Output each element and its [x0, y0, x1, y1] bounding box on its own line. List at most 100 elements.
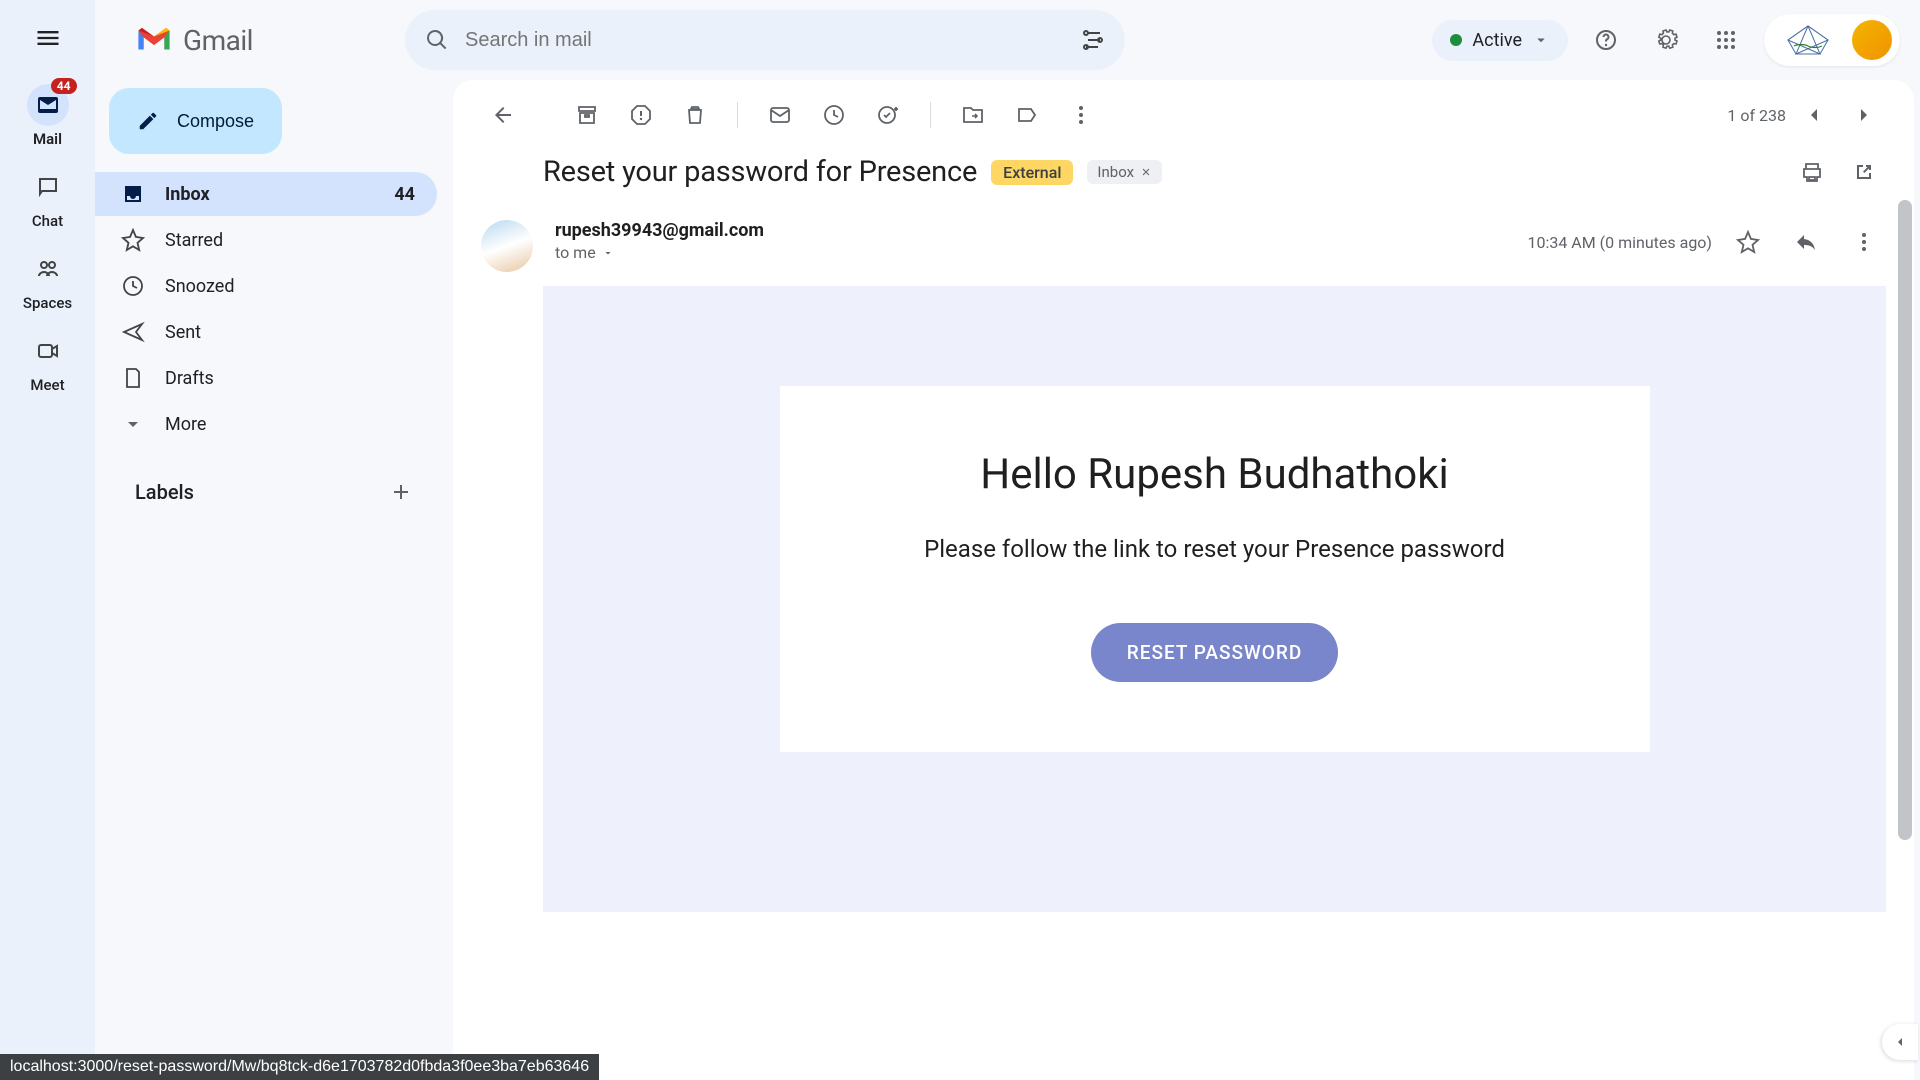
message-view: 1 of 238 Reset your password for Presenc…: [453, 80, 1914, 1080]
mail-icon: [768, 103, 792, 127]
caret-down-icon: [602, 247, 614, 259]
status-chip[interactable]: Active: [1432, 20, 1568, 61]
reply-icon: [1794, 230, 1818, 254]
main-menu-button[interactable]: [20, 10, 76, 66]
message-more-button[interactable]: [1842, 220, 1886, 264]
report-spam-icon: [629, 103, 653, 127]
org-logo-icon: [1778, 21, 1838, 59]
header: Gmail Active: [95, 0, 1920, 80]
rail-item-spaces[interactable]: Spaces: [8, 248, 88, 312]
inbox-icon: [121, 182, 145, 206]
label-button[interactable]: [1005, 93, 1049, 137]
more-vert-icon: [1852, 230, 1876, 254]
draft-icon: [121, 366, 145, 390]
back-button[interactable]: [481, 93, 525, 137]
print-button[interactable]: [1790, 150, 1834, 194]
move-button[interactable]: [951, 93, 995, 137]
sender-avatar[interactable]: [481, 220, 533, 272]
help-icon: [1594, 28, 1618, 52]
close-icon[interactable]: [1140, 166, 1152, 178]
meet-icon: [36, 339, 60, 363]
email-instruction: Please follow the link to reset your Pre…: [830, 535, 1600, 563]
spam-button[interactable]: [619, 93, 663, 137]
clock-icon: [822, 103, 846, 127]
folder-starred[interactable]: Starred: [95, 218, 437, 262]
archive-button[interactable]: [565, 93, 609, 137]
chevron-down-icon: [1532, 31, 1550, 49]
scroll-thumb[interactable]: [1898, 200, 1912, 840]
chevron-down-icon: [121, 412, 145, 436]
rail-item-meet[interactable]: Meet: [8, 330, 88, 394]
gear-icon: [1654, 28, 1678, 52]
apps-button[interactable]: [1704, 18, 1748, 62]
chat-icon: [36, 175, 60, 199]
sidebar: Compose Inbox 44 Starred Snoozed: [95, 80, 453, 1080]
mark-unread-button[interactable]: [758, 93, 802, 137]
chevron-right-icon: [1852, 103, 1876, 127]
labels-header: Labels: [135, 480, 194, 504]
sender-email: rupesh39943@gmail.com: [555, 220, 1505, 241]
timestamp: 10:34 AM (0 minutes ago): [1527, 233, 1712, 252]
mail-badge: 44: [51, 78, 77, 94]
app-rail: 44 Mail Chat Spaces Meet: [0, 0, 95, 1080]
search-options-icon[interactable]: [1081, 28, 1105, 52]
external-badge: External: [991, 160, 1073, 185]
folder-sent[interactable]: Sent: [95, 310, 437, 354]
arrow-left-icon: [491, 103, 515, 127]
support-button[interactable]: [1584, 18, 1628, 62]
delete-button[interactable]: [673, 93, 717, 137]
settings-button[interactable]: [1644, 18, 1688, 62]
add-task-button[interactable]: [866, 93, 910, 137]
add-task-icon: [876, 103, 900, 127]
scrollbar[interactable]: [1898, 200, 1912, 960]
rail-item-mail[interactable]: 44 Mail: [8, 84, 88, 148]
star-icon: [121, 228, 145, 252]
email-content-card: Hello Rupesh Budhathoki Please follow th…: [780, 386, 1650, 752]
open-external-icon: [1852, 160, 1876, 184]
add-label-button[interactable]: [379, 470, 423, 514]
reset-password-button[interactable]: RESET PASSWORD: [1091, 623, 1338, 682]
chevron-left-icon: [1802, 103, 1826, 127]
archive-icon: [575, 103, 599, 127]
recipient-toggle[interactable]: to me: [555, 243, 1505, 262]
reply-button[interactable]: [1784, 220, 1828, 264]
star-icon: [1736, 230, 1760, 254]
logo-area[interactable]: Gmail: [135, 24, 385, 57]
next-button[interactable]: [1842, 93, 1886, 137]
plus-icon: [389, 480, 413, 504]
profile-avatar[interactable]: [1852, 20, 1892, 60]
email-greeting: Hello Rupesh Budhathoki: [830, 450, 1600, 499]
rail-item-chat[interactable]: Chat: [8, 166, 88, 230]
message-toolbar: 1 of 238: [453, 80, 1914, 150]
status-dot-icon: [1450, 34, 1462, 46]
mail-icon: [36, 93, 60, 117]
trash-icon: [683, 103, 707, 127]
account-switcher[interactable]: [1764, 14, 1900, 66]
pager-text: 1 of 238: [1727, 106, 1786, 125]
prev-button[interactable]: [1792, 93, 1836, 137]
more-vert-icon: [1069, 103, 1093, 127]
clock-icon: [121, 274, 145, 298]
email-subject: Reset your password for Presence: [543, 155, 977, 189]
category-badge[interactable]: Inbox: [1087, 160, 1162, 184]
browser-status-bar: localhost:3000/reset-password/Mw/bq8tck-…: [0, 1054, 599, 1080]
chevron-left-icon: [1892, 1034, 1908, 1050]
folder-snoozed[interactable]: Snoozed: [95, 264, 437, 308]
open-new-window-button[interactable]: [1842, 150, 1886, 194]
search-input[interactable]: [465, 29, 1065, 52]
snooze-button[interactable]: [812, 93, 856, 137]
message-body: Hello Rupesh Budhathoki Please follow th…: [543, 286, 1886, 912]
search-icon: [425, 28, 449, 52]
folder-more[interactable]: More: [95, 402, 437, 446]
side-panel-toggle[interactable]: [1882, 1024, 1918, 1060]
status-label: Active: [1472, 30, 1522, 51]
apps-grid-icon: [1714, 28, 1738, 52]
star-message-button[interactable]: [1726, 220, 1770, 264]
folder-inbox[interactable]: Inbox 44: [95, 172, 437, 216]
more-button[interactable]: [1059, 93, 1103, 137]
folder-drafts[interactable]: Drafts: [95, 356, 437, 400]
send-icon: [121, 320, 145, 344]
search-bar[interactable]: [405, 10, 1125, 70]
hamburger-icon: [34, 24, 62, 52]
compose-button[interactable]: Compose: [109, 88, 282, 154]
